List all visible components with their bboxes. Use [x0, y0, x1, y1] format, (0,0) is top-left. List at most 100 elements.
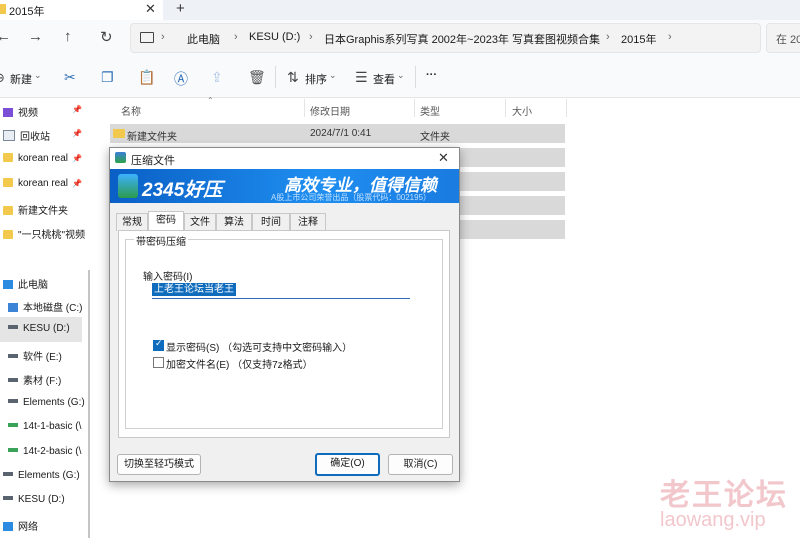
sidebar-item-label: 素材 (F:) [23, 376, 62, 387]
drive-icon [8, 378, 18, 382]
logo-icon [118, 174, 138, 198]
brand-banner: 2345好压 高效专业，值得信赖 A股上市公司荣誉出品（股票代码：002195） [110, 169, 459, 203]
brand-subtitle: A股上市公司荣誉出品（股票代码：002195） [271, 193, 432, 202]
tab-algorithm[interactable]: 算法 [216, 213, 252, 231]
tab-2015[interactable]: 2015年 ✕ [0, 0, 163, 20]
tab-general[interactable]: 常规 [116, 213, 148, 231]
sidebar-item-drive-d[interactable]: KESU (D:) [8, 323, 70, 334]
sidebar-scrollbar[interactable] [88, 270, 90, 538]
close-icon[interactable]: ✕ [438, 150, 449, 166]
sidebar-item-label: korean real [18, 178, 69, 189]
sidebar-item-label: Elements (G:) [23, 397, 85, 408]
paste-icon[interactable]: 📋 [138, 69, 155, 86]
column-date[interactable]: 修改日期 [310, 103, 350, 118]
forward-icon[interactable]: → [28, 28, 43, 45]
tab-close-icon[interactable]: ✕ [145, 1, 156, 17]
sidebar-item-drive-c[interactable]: 本地磁盘 (C:) [8, 299, 82, 314]
dialog-titlebar[interactable]: 压缩文件 ✕ [110, 148, 459, 169]
column-name[interactable]: 名称 [121, 103, 141, 118]
column-divider[interactable] [505, 99, 506, 117]
chevron-down-icon: ⌄ [34, 70, 42, 80]
tab-time[interactable]: 时间 [252, 213, 290, 231]
up-icon[interactable]: ↑ [64, 28, 72, 45]
new-button[interactable]: 新建 [10, 71, 32, 87]
breadcrumb-this-pc[interactable]: 此电脑 [187, 31, 220, 47]
sidebar-item-network[interactable]: 网络 [3, 518, 38, 533]
dialog-title: 压缩文件 [131, 155, 175, 167]
sidebar-item-korean-real-2[interactable]: korean real [3, 178, 68, 189]
chevron-right-icon: › [668, 31, 672, 43]
sidebar-item-new-folder[interactable]: 新建文件夹 [3, 202, 68, 217]
recycle-bin-icon [3, 130, 15, 141]
sidebar-item-drive-f[interactable]: 素材 (F:) [8, 372, 61, 387]
checkbox-unchecked-icon [153, 357, 164, 368]
view-button[interactable]: 查看 [373, 71, 395, 87]
sidebar-item-drive-g[interactable]: Elements (G:) [8, 397, 85, 408]
sidebar-item-label: 14t-2-basic (\ [23, 446, 82, 457]
table-row[interactable]: 新建文件夹 2024/7/1 0:41 文件夹 [110, 124, 565, 143]
tab-panel: 带密码压缩 [118, 230, 450, 438]
file-date: 2024/7/1 0:41 [310, 128, 372, 139]
cut-icon[interactable]: ✂ [64, 69, 76, 86]
back-icon[interactable]: ← [0, 28, 11, 45]
column-divider[interactable] [566, 99, 567, 117]
breadcrumb-drive[interactable]: KESU (D:) [249, 31, 300, 43]
sidebar-item-label: 软件 (E:) [23, 352, 62, 363]
sidebar-item-network-drive-1[interactable]: 14t-1-basic (\ [8, 421, 86, 432]
network-drive-icon [8, 423, 18, 427]
column-divider[interactable] [414, 99, 415, 117]
command-bar: ⊕ 新建 ⌄ ✂ ❐ 📋 Ⓐ ⇪ 🗑 ⇅ 排序 ⌄ ☰ 查看 ⌄ ··· [0, 57, 800, 98]
tab-files[interactable]: 文件 [184, 213, 216, 231]
sidebar-item-this-pc[interactable]: 此电脑 [3, 276, 48, 291]
column-size[interactable]: 大小 [512, 103, 532, 118]
cancel-button[interactable]: 取消(C) [388, 454, 453, 475]
ok-button[interactable]: 确定(O) [315, 453, 380, 476]
divider [415, 66, 416, 88]
checkbox-checked-icon: ✓ [153, 338, 164, 351]
file-name: 新建文件夹 [127, 132, 177, 143]
address-bar[interactable]: › 此电脑 › KESU (D:) › 日本Graphis系列写真 2002年~… [130, 23, 761, 53]
drive-icon [8, 399, 18, 403]
sidebar-item-recycle-bin[interactable]: 回收站 [3, 128, 50, 143]
column-divider[interactable] [304, 99, 305, 117]
chevron-right-icon: › [309, 31, 313, 43]
sidebar-item-korean-real-1[interactable]: korean real [3, 153, 68, 164]
tab-password[interactable]: 密码 [148, 211, 184, 231]
delete-icon[interactable]: 🗑 [248, 69, 266, 86]
tab-comment[interactable]: 注释 [290, 213, 326, 231]
sidebar-item-label: 此电脑 [18, 280, 48, 291]
switch-mode-button[interactable]: 切换至轻巧模式 [117, 454, 201, 475]
app-icon [115, 152, 126, 163]
sidebar-item-taotao-videos[interactable]: "一只桃桃"视频 [3, 226, 85, 241]
folder-icon [3, 230, 13, 239]
share-icon[interactable]: ⇪ [211, 69, 223, 86]
sidebar-item-drive-e[interactable]: 软件 (E:) [8, 348, 62, 363]
rename-icon[interactable]: Ⓐ [174, 69, 188, 89]
search-input[interactable]: 在 20 [766, 23, 800, 53]
chevron-right-icon: › [606, 31, 610, 43]
pin-icon: 📌 [72, 129, 82, 138]
more-button[interactable]: ··· [426, 69, 437, 81]
folder-icon [113, 129, 125, 138]
sidebar-item-elements-g[interactable]: Elements (G:) [3, 470, 80, 481]
breadcrumb-folder[interactable]: 日本Graphis系列写真 2002年~2023年 写真套图视频合集 [324, 31, 600, 47]
sort-button[interactable]: 排序 [305, 71, 327, 87]
sidebar-item-network-drive-2[interactable]: 14t-2-basic (\ [8, 446, 86, 457]
sidebar-item-label: KESU (D:) [23, 323, 70, 334]
file-type: 文件夹 [420, 132, 450, 143]
breadcrumb-current[interactable]: 2015年 [621, 31, 656, 47]
copy-icon[interactable]: ❐ [101, 69, 114, 86]
windows-drive-icon [8, 303, 18, 312]
sidebar-item-label: 视频 [18, 108, 38, 119]
sidebar-item-label: 本地磁盘 (C:) [23, 303, 83, 314]
refresh-icon[interactable]: ↻ [100, 28, 113, 46]
password-label: 输入密码(I) [143, 272, 193, 283]
encrypt-filenames-label: 加密文件名(E) （仅支持7z格式） [166, 360, 313, 371]
sidebar-item-videos[interactable]: 视频 [3, 104, 38, 119]
column-type[interactable]: 类型 [420, 103, 440, 118]
sidebar-item-label: 14t-1-basic (\ [23, 421, 82, 432]
pin-icon: 📌 [72, 105, 82, 114]
sidebar-item-kesu-d[interactable]: KESU (D:) [3, 494, 65, 505]
password-input[interactable]: 上老王论坛当老王 [152, 283, 410, 299]
new-tab-icon[interactable]: + [176, 0, 185, 17]
